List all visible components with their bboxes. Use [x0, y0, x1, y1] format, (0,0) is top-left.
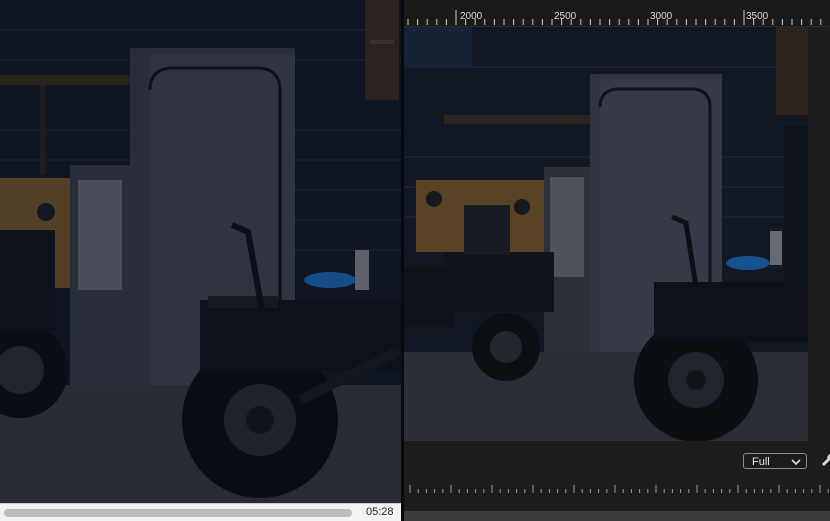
program-video-frame[interactable]	[404, 27, 808, 441]
ruler-label-2500: 2500	[554, 11, 577, 22]
wrench-icon[interactable]	[821, 453, 830, 467]
source-monitor: 05:28	[0, 0, 401, 521]
horizontal-ruler: 2000 2500 3000 3500	[404, 0, 830, 27]
playback-bar: 05:28	[0, 503, 401, 521]
ruler-label-2000: 2000	[460, 11, 483, 22]
chevron-down-icon	[791, 459, 801, 466]
source-video-frame[interactable]	[0, 0, 401, 503]
zoom-level-value: Full	[752, 456, 770, 468]
ruler-label-3500: 3500	[746, 11, 769, 22]
timeline-scrollbar[interactable]	[404, 511, 830, 521]
timecode-display: 05:28	[366, 506, 394, 518]
program-monitor: 2000 2500 3000 3500 Full	[404, 0, 830, 521]
zoom-level-select[interactable]: Full	[743, 453, 807, 469]
timeline-ruler[interactable]	[404, 483, 830, 503]
timeline-ticks	[409, 485, 829, 493]
playback-scrubber[interactable]	[4, 509, 352, 517]
monitor-controls: Full	[404, 441, 830, 483]
ruler-label-3000: 3000	[650, 11, 673, 22]
